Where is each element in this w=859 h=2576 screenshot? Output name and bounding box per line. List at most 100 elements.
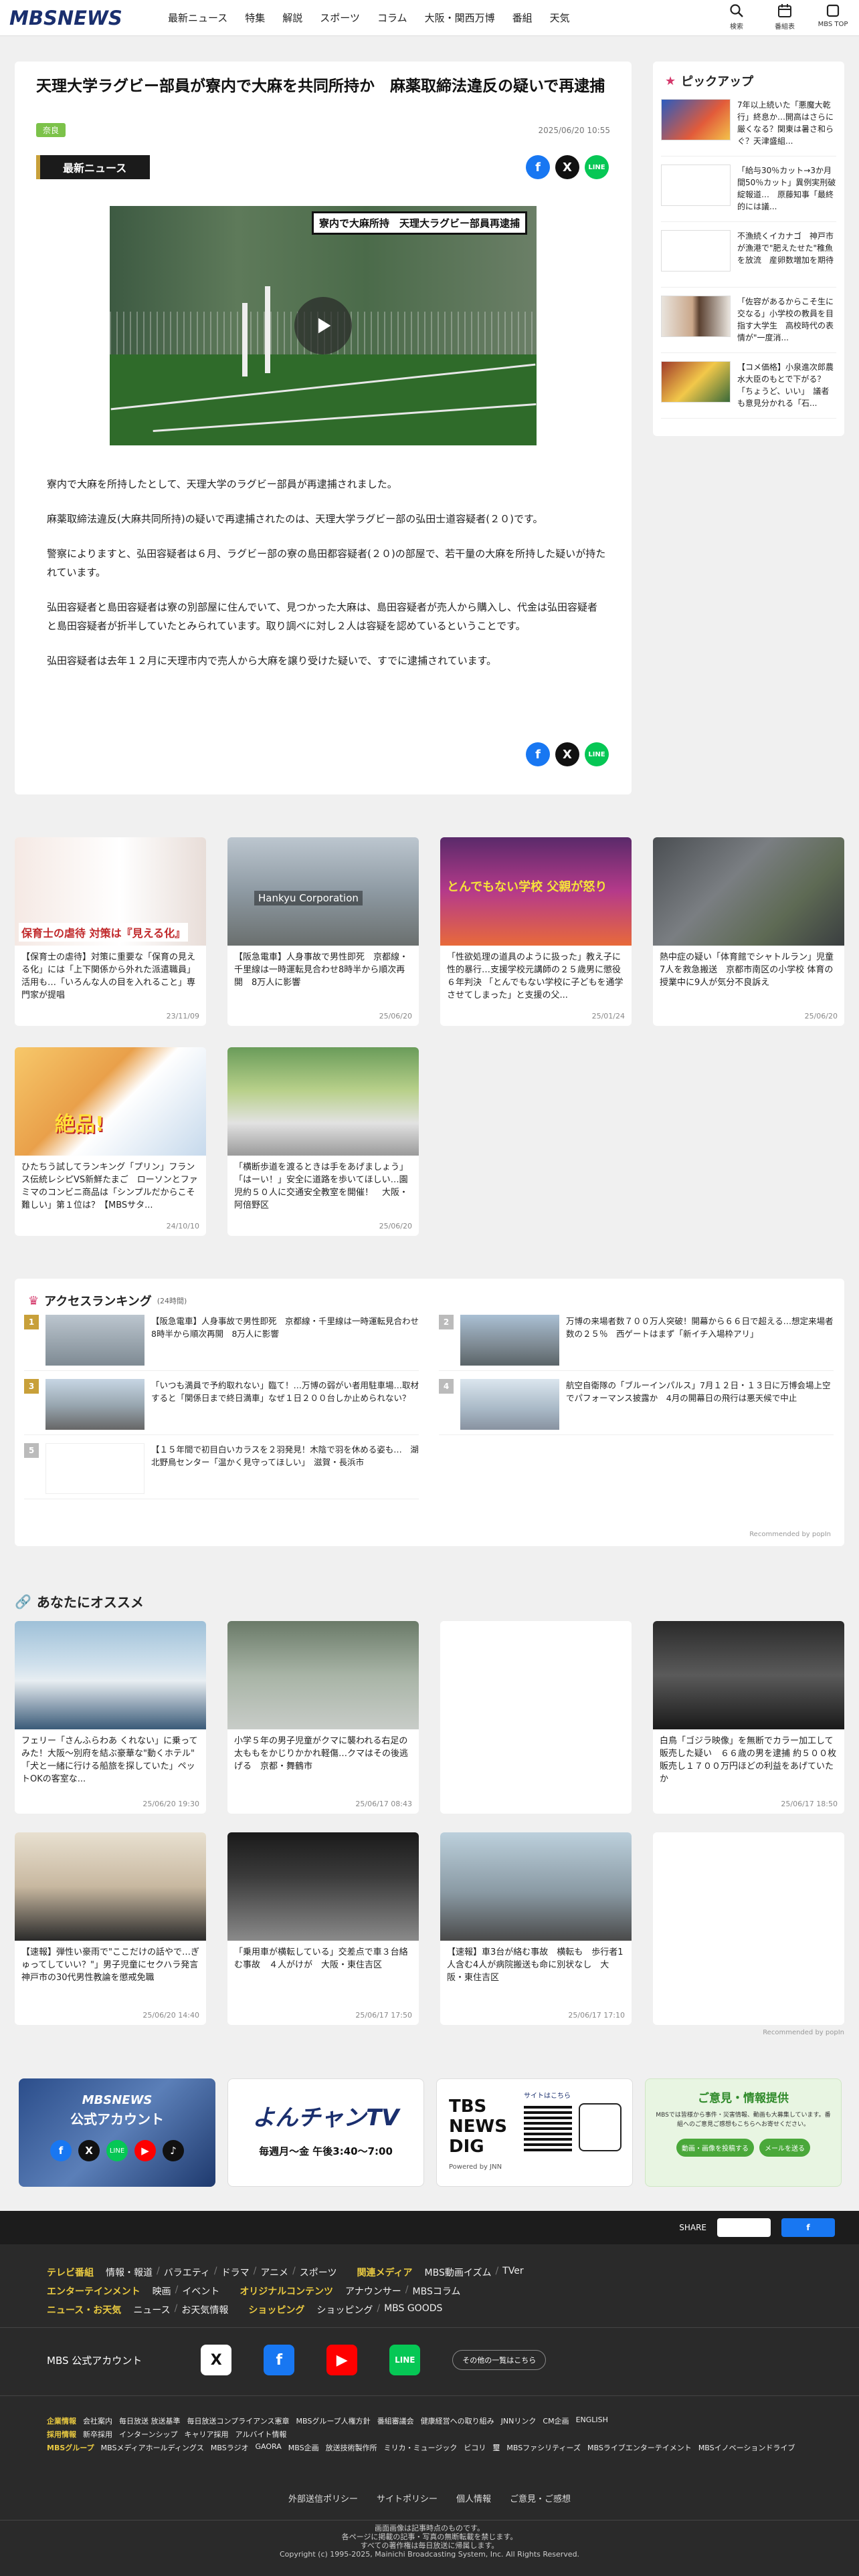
footer-link[interactable]: ニュース — [133, 2303, 170, 2317]
footer-category[interactable]: テレビ番組 — [47, 2266, 94, 2279]
recommend-card[interactable]: 白鳥「ゴジラ映像」を無断でカラー加工して販売した疑い ６６歳の男を逮捕 約５００… — [653, 1621, 844, 1814]
line-share-button[interactable]: LINE — [585, 742, 609, 766]
policy-link[interactable]: サイトポリシー — [377, 2492, 438, 2504]
footer-link[interactable]: キャリア採用 — [184, 2429, 228, 2440]
pickup-item[interactable]: 不漁続くイカナゴ 神戸市が漁港で"肥えたせた"稚魚を放流 産卵数増加を期待 — [661, 230, 836, 288]
footer-link[interactable]: 新卒採用 — [83, 2429, 112, 2440]
footer-link[interactable]: MBSラジオ — [211, 2442, 249, 2453]
footer-link[interactable]: 毎日放送 放送基準 — [119, 2416, 181, 2426]
pickup-item[interactable]: 【コメ価格】小泉進次郎農水大臣のもとで下がる？「ちょうど、いい」 議者も意見分か… — [661, 361, 836, 419]
recommend-card[interactable]: 小学５年の男子児童がクマに襲われる右足の太ももをかじりかかれ軽傷…クマはその後逃… — [227, 1621, 419, 1814]
footer-link[interactable]: ENGLISH — [576, 2416, 608, 2426]
footer-link[interactable]: アルバイト情報 — [235, 2429, 286, 2440]
pickup-item[interactable]: 7年以上続いた「悪魔大乾行」終息か…開高はさらに厳くなる？関東は暑さ和らぐ？天津… — [661, 99, 836, 156]
x-share-button[interactable]: X — [717, 2218, 771, 2237]
youtube-account-link[interactable]: ▶ — [326, 2345, 358, 2375]
send-mail-button[interactable]: メールを送る — [759, 2139, 810, 2157]
line-share-button[interactable]: LINE — [585, 155, 609, 179]
facebook-share-button[interactable]: f — [526, 155, 550, 179]
footer-category[interactable]: 企業情報 — [47, 2416, 76, 2426]
nav-sports[interactable]: スポーツ — [311, 11, 369, 25]
footer-link[interactable]: 璽 — [492, 2442, 500, 2453]
footer-link[interactable]: 会社案内 — [83, 2416, 112, 2426]
related-article-card[interactable]: Hankyu Corporation 【阪急電車】人身事故で男性即死 京都線・千… — [227, 837, 419, 1026]
footer-link[interactable]: アナウンサー — [345, 2284, 401, 2298]
pickup-item[interactable]: 「給与30％カット→3か月間50％カット」異例実刑破綻報道… 原藤知事「最終的に… — [661, 165, 836, 222]
news-video-player[interactable]: 寮内で大麻所持 天理大ラグビー部員再逮捕 — [110, 206, 537, 445]
footer-link[interactable]: ビコリ — [464, 2442, 486, 2453]
mbs-top-button[interactable]: MBS TOP — [816, 3, 850, 31]
footer-category[interactable]: オリジナルコンテンツ — [240, 2284, 333, 2298]
footer-link[interactable]: ドラマ — [221, 2266, 250, 2279]
footer-link[interactable]: 健康経営への取り組み — [421, 2416, 494, 2426]
nav-column[interactable]: コラム — [369, 11, 416, 25]
footer-link[interactable]: 放送技術製作所 — [326, 2442, 377, 2453]
footer-link[interactable]: MBS GOODS — [384, 2303, 442, 2317]
related-article-card[interactable]: 保育士の虐待 対策は『見える化』 【保育士の虐待】対策に重要な「保育の見える化」… — [15, 837, 206, 1026]
footer-link[interactable]: イベント — [182, 2284, 219, 2298]
footer-link[interactable]: JNNリンク — [501, 2416, 537, 2426]
footer-link[interactable]: MBSライブエンターテイメント — [587, 2442, 692, 2453]
footer-category[interactable]: MBSグループ — [47, 2442, 94, 2453]
nav-expo[interactable]: 大阪・関西万博 — [416, 11, 504, 25]
nav-programs[interactable]: 番組 — [504, 11, 541, 25]
post-media-button[interactable]: 動画・画像を投稿する — [676, 2139, 754, 2157]
recommend-card[interactable]: 「乗用車が横転している」交差点で車３台絡む事故 ４人がけが 大阪・東住吉区 25… — [227, 1832, 419, 2025]
recommend-card[interactable]: 【速報】車3台が絡む事故 横転も 歩行者1人含む4人が病院搬送も命に別状なし 大… — [440, 1832, 632, 2025]
nav-weather[interactable]: 天気 — [541, 11, 579, 25]
facebook-account-link[interactable]: f — [264, 2345, 295, 2375]
yonchan-tv-banner[interactable]: よんチャンTV 毎週月～金 午後3:40～7:00 — [227, 2078, 424, 2187]
search-button[interactable]: 検索 — [720, 3, 753, 31]
footer-category[interactable]: 採用情報 — [47, 2429, 76, 2440]
ranking-item[interactable]: 3 「いつも満員で予約取れない」臨て！…万博の弱がい者用駐車場…取材すると「関係… — [24, 1379, 419, 1435]
footer-link[interactable]: MBSコラム — [413, 2284, 461, 2298]
nav-feature[interactable]: 特集 — [236, 11, 274, 25]
footer-link[interactable]: インターンシップ — [119, 2429, 177, 2440]
related-article-card[interactable]: 絶品! ひたちう試してランキング「プリン」フランス伝統レシピVS新鮮たまご ロー… — [15, 1047, 206, 1236]
footer-link[interactable]: MBSメディアホールディングス — [101, 2442, 204, 2453]
line-account-link[interactable]: LINE — [389, 2345, 421, 2375]
recommend-card[interactable] — [440, 1621, 632, 1814]
footer-link[interactable]: TVer — [502, 2266, 523, 2279]
footer-link[interactable]: ショッピング — [316, 2303, 373, 2317]
ranking-item[interactable]: 4 航空自衛隊の「ブルーインパルス」7月１２日・１３日に万博会場上空でパフォーマ… — [439, 1379, 834, 1435]
footer-link[interactable]: MBS企画 — [288, 2442, 319, 2453]
popin-credit[interactable]: Recommended by popIn — [763, 2029, 844, 2036]
region-tag[interactable]: 奈良 — [36, 123, 66, 137]
tbs-news-dig-banner[interactable]: TBS NEWS DIG Powered by JNN サイトはこちら — [436, 2078, 633, 2187]
facebook-share-button[interactable]: f — [781, 2218, 835, 2237]
footer-link[interactable]: CM企画 — [543, 2416, 569, 2426]
popin-credit[interactable]: Recommended by popIn — [749, 1531, 831, 1538]
ranking-item[interactable]: 1 【阪急電車】人身事故で男性即死 京都線・千里線は一時運転見合わせ8時半から順… — [24, 1315, 419, 1371]
pickup-item[interactable]: 「佐容があるからこそ生に交なる」小学校の教員を目指す大学生 高校時代の表情が"一… — [661, 296, 836, 353]
recommend-card[interactable]: 【速報】弾性い豪雨で"ここだけの話やで…ぎゅってしていい？"」男子児童にセクハラ… — [15, 1832, 206, 2025]
nav-latest-news[interactable]: 最新ニュース — [159, 11, 236, 25]
footer-link[interactable]: バラエティ — [164, 2266, 210, 2279]
recommend-card[interactable] — [653, 1832, 844, 2025]
footer-link[interactable]: 映画 — [153, 2284, 171, 2298]
more-accounts-button[interactable]: その他の一覧はこちら — [452, 2350, 547, 2370]
play-button[interactable] — [294, 297, 352, 354]
policy-link[interactable]: 個人情報 — [456, 2492, 491, 2504]
policy-link[interactable]: 外部送信ポリシー — [288, 2492, 358, 2504]
x-account-link[interactable]: X — [201, 2345, 232, 2375]
x-share-button[interactable]: X — [555, 155, 579, 179]
footer-link[interactable]: スポーツ — [300, 2266, 337, 2279]
footer-link[interactable]: MBSファシリティーズ — [506, 2442, 581, 2453]
policy-link[interactable]: ご意見・ご感想 — [510, 2492, 571, 2504]
related-article-card[interactable]: 「横断歩道を渡るときは手をあげましょう」「はーい！」安全に道路を歩いてほしい…園… — [227, 1047, 419, 1236]
footer-link[interactable]: MBSグループ人権方針 — [296, 2416, 371, 2426]
footer-link[interactable]: MBS動画イズム — [425, 2266, 492, 2279]
ranking-item[interactable]: 2 万博の来場者数７００万人突破！開幕から６６日で超える…想定来場者数の２５％ … — [439, 1315, 834, 1371]
footer-link[interactable]: 番組審議会 — [377, 2416, 414, 2426]
related-article-card[interactable]: とんでもない学校 父親が怒り 「性欲処理の道具のように扱った」教え子に性的暴行…… — [440, 837, 632, 1026]
facebook-share-button[interactable]: f — [526, 742, 550, 766]
footer-link[interactable]: 毎日放送コンプライアンス憲章 — [187, 2416, 290, 2426]
official-account-banner[interactable]: MBSNEWS 公式アカウント f X LINE ▶ ♪ — [19, 2078, 215, 2187]
recommend-card[interactable]: フェリー「さんふらわあ くれない」に乗ってみた！大阪～別府を結ぶ豪華な"動くホテ… — [15, 1621, 206, 1814]
site-logo[interactable]: MBSNEWS — [9, 7, 136, 29]
footer-link[interactable]: お天気情報 — [181, 2303, 228, 2317]
footer-link[interactable]: アニメ — [260, 2266, 288, 2279]
footer-category[interactable]: 関連メディア — [357, 2266, 413, 2279]
footer-category[interactable]: ニュース・お天気 — [47, 2303, 121, 2317]
